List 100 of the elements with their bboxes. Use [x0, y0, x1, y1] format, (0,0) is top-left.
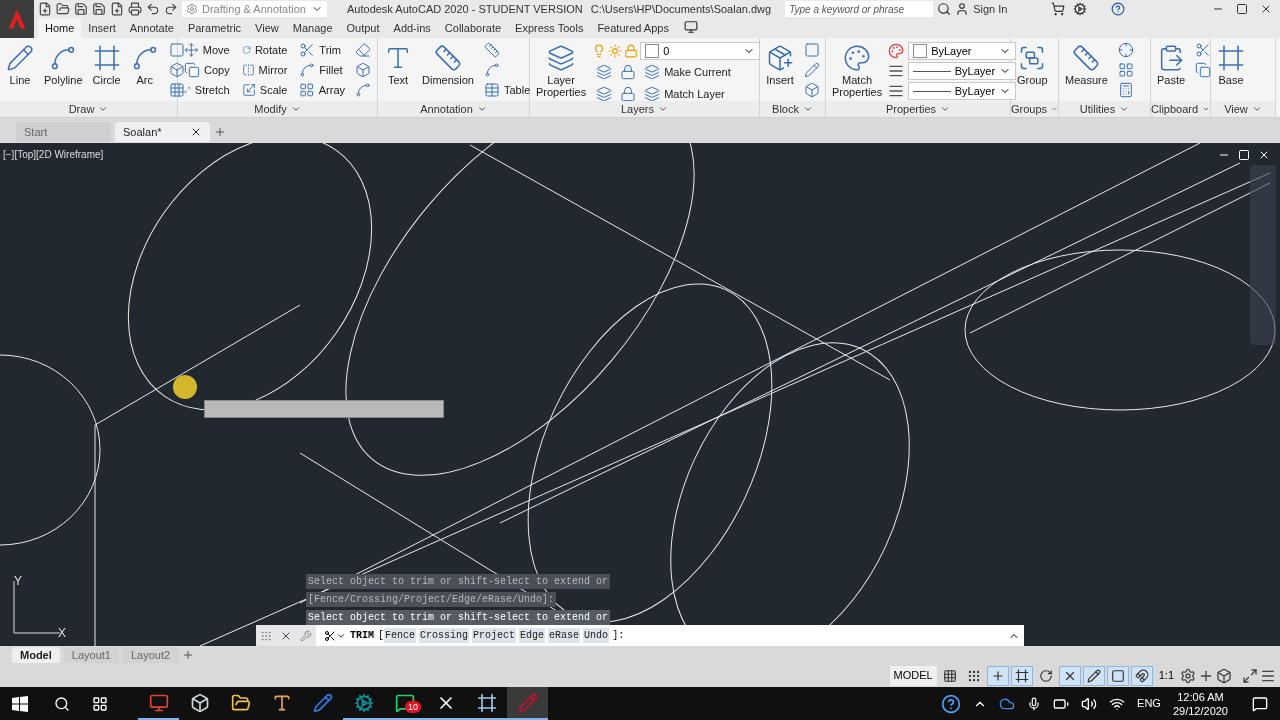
language-indicator[interactable]: ENG — [1137, 695, 1161, 712]
search-field[interactable]: Type a keyword or phrase — [785, 1, 934, 17]
volume-icon[interactable] — [1081, 695, 1098, 712]
panel-title[interactable]: Groups — [1011, 101, 1058, 117]
command-option[interactable]: Fence — [384, 628, 417, 643]
ribbon-tab[interactable]: Add-ins — [386, 19, 438, 38]
base-button[interactable]: Base — [1213, 40, 1249, 86]
file-tab[interactable]: Start — [16, 122, 111, 142]
quick-access-icon[interactable] — [164, 2, 178, 16]
panel-title[interactable]: Block — [760, 101, 825, 117]
restore-icon[interactable] — [1236, 3, 1248, 15]
ribbon-tab[interactable]: Manage — [285, 19, 340, 38]
clock-date[interactable]: 29/12/2020 — [1172, 703, 1228, 718]
text-tool-button[interactable]: Text — [380, 40, 416, 86]
make-current-button[interactable]: Make Current — [640, 62, 735, 82]
status-toggle[interactable] — [1130, 665, 1153, 686]
new-tab-icon[interactable] — [214, 126, 226, 138]
cart-icon[interactable] — [1051, 2, 1066, 16]
draw-tool-button[interactable]: Line — [2, 40, 38, 86]
status-toggle[interactable] — [1058, 665, 1081, 686]
command-option[interactable]: Project — [472, 628, 517, 643]
quick-access-icon[interactable] — [56, 2, 70, 16]
status-toggle[interactable] — [1106, 665, 1129, 686]
modify-tool-button[interactable]: Stretch — [180, 80, 234, 100]
modify-tool-button[interactable]: Fillet — [295, 60, 349, 80]
help-icon[interactable] — [1111, 2, 1126, 16]
quick-access-icon[interactable] — [38, 2, 52, 16]
add-layout-icon[interactable] — [182, 649, 195, 661]
quick-access-icon[interactable] — [110, 2, 124, 16]
modify-tool-button[interactable]: Mirror — [237, 60, 292, 80]
quick-access-icon[interactable] — [74, 2, 88, 16]
dimension-tool-button[interactable]: Dimension — [418, 40, 478, 86]
measure-button[interactable]: Measure — [1061, 40, 1112, 86]
file-tab[interactable]: Soalan* — [115, 122, 210, 142]
ribbon-tab[interactable]: Output — [339, 19, 387, 38]
table-button[interactable]: Table — [479, 80, 535, 100]
layout-tab[interactable]: Layout2 — [122, 647, 179, 663]
layout-tab[interactable]: Layout1 — [63, 647, 119, 663]
modify-tool-button[interactable]: Move — [180, 40, 234, 60]
taskbar-app[interactable]: 10 — [384, 687, 425, 720]
status-toggle[interactable] — [1010, 665, 1033, 686]
windows-start-icon[interactable] — [12, 695, 28, 712]
panel-title[interactable]: View — [1211, 101, 1275, 117]
ribbon-tab[interactable]: Insert — [81, 19, 123, 38]
match-properties-button[interactable]: Match Properties — [828, 40, 887, 98]
quick-access-icon[interactable] — [146, 2, 160, 16]
panel-title[interactable]: Layers — [530, 101, 759, 117]
panel-title[interactable]: Annotation — [378, 101, 529, 117]
help-icon[interactable] — [941, 693, 962, 714]
ribbon-tab[interactable]: Parametric — [180, 19, 249, 38]
close-tab-icon[interactable] — [190, 126, 202, 138]
draw-tool-button[interactable]: Polyline — [40, 40, 87, 86]
ribbon-tab[interactable]: Home — [38, 19, 82, 38]
property-dropdown[interactable]: ByLayer — [908, 42, 1017, 60]
wrench-icon[interactable] — [300, 629, 312, 642]
property-dropdown[interactable]: ByLayer — [908, 82, 1017, 100]
notifications-icon[interactable] — [1252, 695, 1268, 712]
ribbon-tab[interactable]: Annotate — [122, 19, 181, 38]
panel-title[interactable]: Properties — [826, 101, 1010, 117]
close-icon[interactable] — [1260, 3, 1272, 15]
close-icon[interactable] — [1258, 149, 1270, 161]
modify-tool-button[interactable]: Scale — [237, 80, 292, 100]
modify-tool-button[interactable]: Array — [295, 80, 349, 100]
ribbon-tab[interactable]: Collaborate — [437, 19, 509, 38]
modify-tool-button[interactable]: Trim — [295, 40, 349, 60]
modify-tool-button[interactable]: Rotate — [237, 40, 292, 60]
binoculars-icon[interactable] — [937, 2, 952, 16]
property-dropdown[interactable]: ByLayer — [908, 62, 1017, 80]
command-option[interactable]: Undo — [583, 628, 610, 643]
panel-title[interactable]: Modify — [178, 101, 377, 117]
model-space-toggle[interactable]: MODEL — [889, 665, 937, 686]
panel-title[interactable]: Draw — [0, 101, 177, 117]
quick-access-icon[interactable] — [128, 2, 142, 16]
microphone-icon[interactable] — [1027, 696, 1042, 711]
panel-toggle-icon[interactable] — [683, 20, 698, 34]
ribbon-tab[interactable]: Featured Apps — [590, 19, 676, 38]
layout-tab[interactable]: Model — [12, 647, 60, 663]
annotation-scale[interactable]: 1:1 — [1154, 667, 1178, 684]
status-toggle[interactable] — [986, 665, 1009, 686]
fullscreen-icon[interactable] — [1242, 667, 1258, 684]
taskbar-app[interactable] — [507, 687, 548, 720]
panel-title[interactable]: Utilities — [1059, 101, 1150, 117]
status-toggle[interactable] — [1082, 665, 1105, 686]
draw-tool-button[interactable]: Circle — [88, 40, 125, 86]
quick-access-icon[interactable] — [92, 2, 106, 16]
panel-title[interactable]: Clipboard — [1151, 101, 1210, 117]
command-option[interactable]: eRase — [548, 628, 581, 643]
layer-dropdown[interactable]: 0 — [640, 42, 761, 60]
ribbon-tab[interactable]: View — [248, 19, 286, 38]
insert-button[interactable]: Insert — [762, 40, 798, 86]
clock-time[interactable]: 12:06 AM — [1177, 689, 1224, 704]
command-option[interactable]: Crossing — [419, 628, 470, 643]
draw-tool-button[interactable]: Arc — [126, 40, 163, 86]
command-option[interactable]: Edge — [519, 628, 546, 643]
dynamic-input-field[interactable] — [204, 400, 444, 418]
layer-properties-button[interactable]: Layer Properties — [532, 40, 591, 98]
paste-button[interactable]: Paste — [1153, 40, 1190, 86]
viewport-label[interactable]: [−][Top][2D Wireframe] — [3, 147, 104, 162]
task-view-icon[interactable] — [92, 695, 108, 712]
modify-tool-button[interactable]: Copy — [180, 60, 234, 80]
